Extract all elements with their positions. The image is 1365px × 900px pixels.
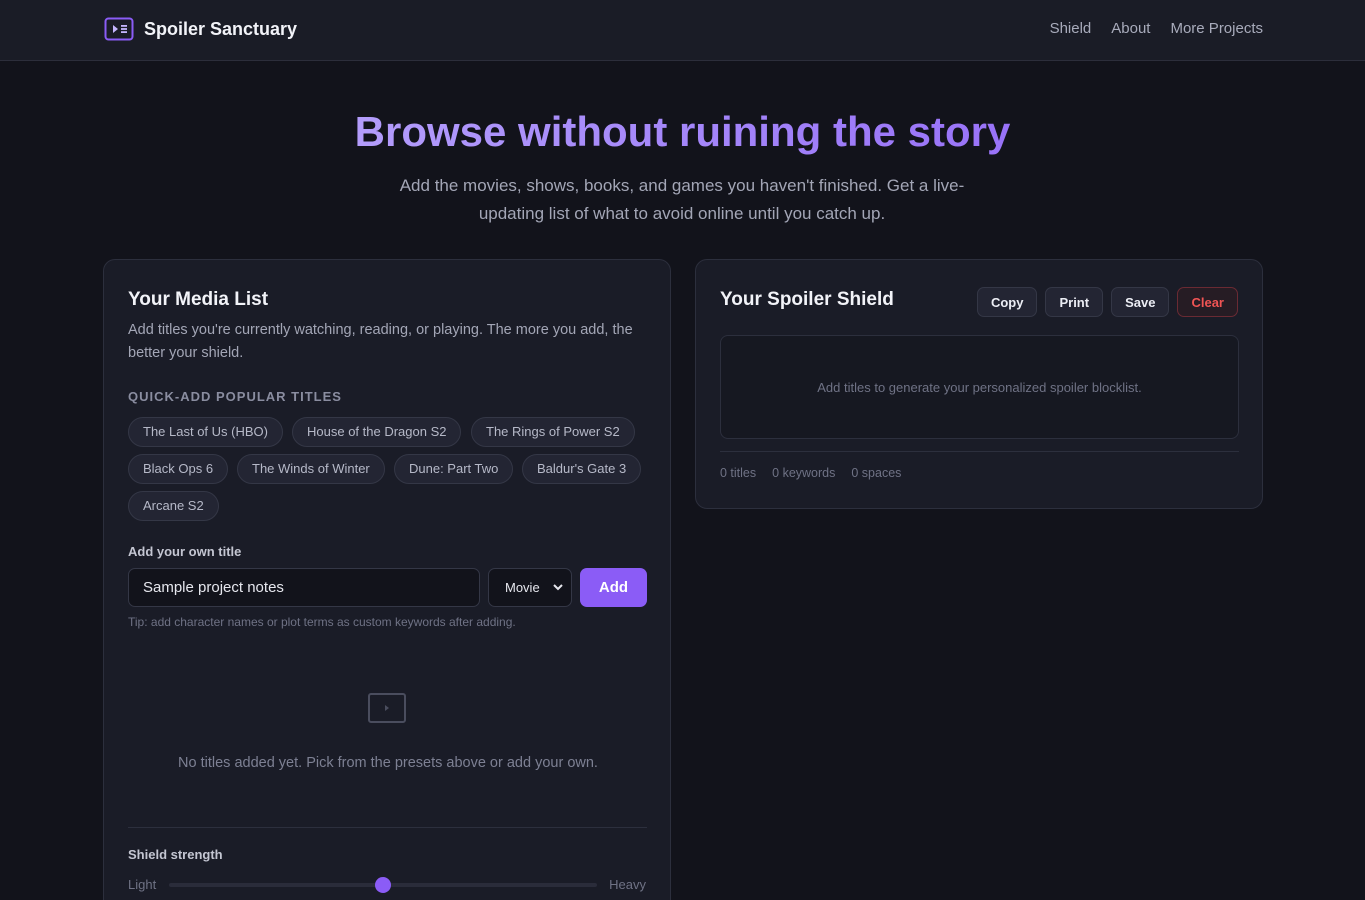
video-list-icon xyxy=(104,17,134,41)
preset-chip-arcane-s2[interactable]: Arcane S2 xyxy=(128,491,219,521)
brand[interactable]: Spoiler Sanctuary xyxy=(104,17,297,41)
empty-state-text: No titles added yet. Pick from the prese… xyxy=(178,755,598,771)
titles-count: 0 titles xyxy=(720,466,757,480)
preset-chip-house-of-the-dragon[interactable]: House of the Dragon S2 xyxy=(292,417,462,447)
title-input[interactable] xyxy=(128,568,480,607)
top-bar: Spoiler Sanctuary Shield About More Proj… xyxy=(0,0,1365,61)
spaces-count: 0 spaces xyxy=(851,466,902,480)
spoiler-shield-title: Your Spoiler Shield xyxy=(720,289,894,310)
blocklist-placeholder: Add titles to generate your personalized… xyxy=(817,379,1142,395)
nav-more-projects[interactable]: More Projects xyxy=(1170,20,1263,37)
divider xyxy=(128,827,647,828)
preset-chip-winds-of-winter[interactable]: The Winds of Winter xyxy=(237,454,385,484)
hero-subtitle: Add the movies, shows, books, and games … xyxy=(399,176,965,223)
shield-strength-label: Shield strength xyxy=(128,847,223,862)
clear-button[interactable]: Clear xyxy=(1177,287,1238,317)
chevron-down-icon xyxy=(553,584,563,591)
nav-shield[interactable]: Shield xyxy=(1050,20,1092,37)
shield-strength-slider[interactable] xyxy=(169,877,597,893)
print-button[interactable]: Print xyxy=(1045,287,1104,317)
save-button[interactable]: Save xyxy=(1111,287,1170,317)
media-list-card: Your Media List Add titles you're curren… xyxy=(103,259,671,900)
keywords-count: 0 keywords xyxy=(772,466,836,480)
slider-thumb[interactable] xyxy=(375,877,391,893)
shield-stats: 0 titles 0 keywords 0 spaces xyxy=(720,466,901,480)
hero-title: Browse without ruining the story xyxy=(0,108,1365,156)
media-list-description: Add titles you're currently watching, re… xyxy=(128,322,633,361)
media-list-title: Your Media List xyxy=(128,289,269,310)
media-type-value: Movie xyxy=(505,580,540,595)
tip-text: Tip: add character names or plot terms a… xyxy=(128,615,516,629)
shield-toolbar: Copy Print Save Clear xyxy=(976,287,1238,317)
preset-chip-dune-part-two[interactable]: Dune: Part Two xyxy=(394,454,514,484)
main-nav: Shield About More Projects xyxy=(1050,20,1263,37)
preset-chip-baldurs-gate-3[interactable]: Baldur's Gate 3 xyxy=(522,454,642,484)
media-type-select[interactable]: Movie xyxy=(488,568,572,607)
preset-chip-black-ops-6[interactable]: Black Ops 6 xyxy=(128,454,229,484)
own-title-label: Add your own title xyxy=(128,544,242,559)
blocklist-output: Add titles to generate your personalized… xyxy=(720,335,1239,439)
play-screen-icon xyxy=(368,693,406,723)
divider xyxy=(720,451,1239,452)
spoiler-shield-card: Your Spoiler Shield Copy Print Save Clea… xyxy=(695,259,1263,509)
preset-chip-rings-of-power[interactable]: The Rings of Power S2 xyxy=(471,417,635,447)
nav-about[interactable]: About xyxy=(1111,20,1150,37)
quick-add-label: QUICK-ADD POPULAR TITLES xyxy=(128,389,342,404)
strength-heavy-label: Heavy xyxy=(609,877,646,892)
copy-button[interactable]: Copy xyxy=(976,287,1038,317)
strength-light-label: Light xyxy=(128,877,157,892)
preset-chip-last-of-us[interactable]: The Last of Us (HBO) xyxy=(128,417,283,447)
add-title-button[interactable]: Add xyxy=(580,568,647,607)
brand-name: Spoiler Sanctuary xyxy=(144,18,298,39)
